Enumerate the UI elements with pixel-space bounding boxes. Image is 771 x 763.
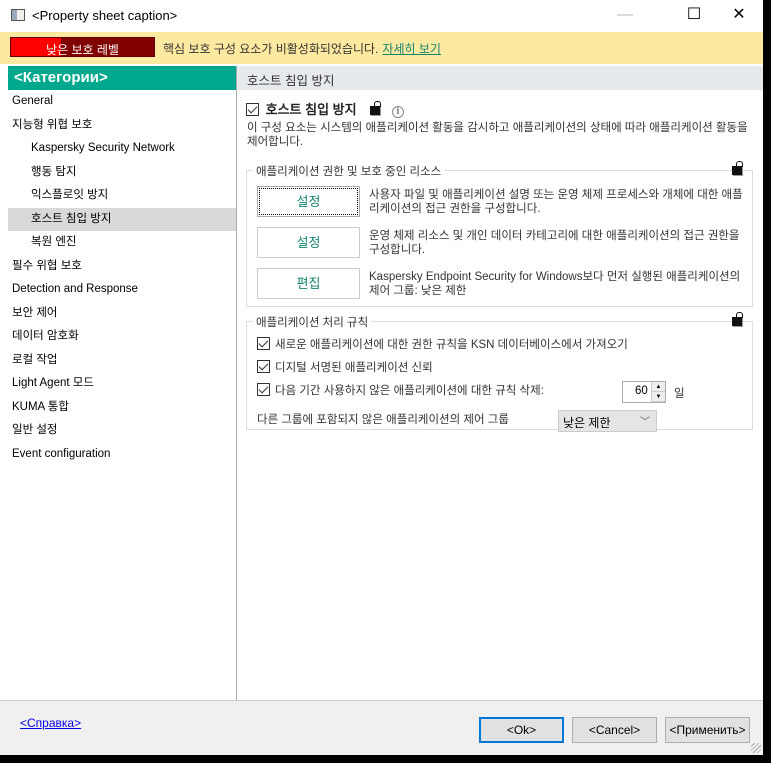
panel-header: 호스트 침입 방지 xyxy=(237,66,763,90)
sidebar-item-kuma-integration[interactable]: KUMA 통합 xyxy=(8,396,236,420)
sidebar-item-general-settings[interactable]: 일반 설정 xyxy=(8,419,236,443)
sidebar-item-detection-response[interactable]: Detection and Response xyxy=(8,278,236,302)
sidebar-item-exploit-prevention[interactable]: 익스플로잇 방지 xyxy=(8,184,236,208)
window-title: <Property sheet caption> xyxy=(32,8,178,23)
property-sheet-window: <Property sheet caption> — ☐ ✕ 낮은 보호 레벨 … xyxy=(0,0,763,755)
close-button[interactable]: ✕ xyxy=(724,4,754,26)
category-list: General 지능형 위협 보호 Kaspersky Security Net… xyxy=(8,90,236,466)
group-title: 애플리케이션 권한 및 보호 중인 리소스 xyxy=(253,163,445,179)
ksn-rules-label: 새로운 애플리케이션에 대한 권한 규칙을 KSN 데이터베이스에서 가져오기 xyxy=(275,339,628,351)
banner-message: 핵심 보호 구성 요소가 비활성화되었습니다. xyxy=(163,42,379,56)
sidebar-item-behavior-detection[interactable]: 행동 탐지 xyxy=(8,161,236,185)
sidebar-item-remediation-engine[interactable]: 복원 엔진 xyxy=(8,231,236,255)
days-unit: 일 xyxy=(674,388,685,400)
app-icon xyxy=(11,9,25,21)
protection-level-label: 낮은 보호 레벨 xyxy=(46,43,119,57)
ok-button[interactable]: <Ok> xyxy=(479,717,564,743)
minimize-button[interactable]: — xyxy=(610,4,640,26)
control-group-label: 다른 그룹에 포함되지 않은 애플리케이션의 제어 그룹 xyxy=(257,414,509,426)
sidebar-item-data-encryption[interactable]: 데이터 암호화 xyxy=(8,325,236,349)
settings-panel: 호스트 침입 방지 호스트 침입 방지 i 이 구성 요소는 시스템의 애플리케… xyxy=(237,66,763,700)
protected-resources-settings-button[interactable]: 설정 xyxy=(257,227,360,258)
trust-signed-checkbox[interactable] xyxy=(257,360,270,373)
cancel-button[interactable]: <Cancel> xyxy=(572,717,657,743)
component-description: 이 구성 요소는 시스템의 애플리케이션 활동을 감시하고 애플리케이션의 상태… xyxy=(247,122,748,148)
control-group-select[interactable]: 낮은 제한 ﹀ xyxy=(558,410,657,432)
sidebar-item-host-intrusion-prevention[interactable]: 호스트 침입 방지 xyxy=(8,207,236,231)
increment-button[interactable]: ▲ xyxy=(652,382,665,392)
control-group-value: 낮은 제한 xyxy=(563,416,611,430)
protected-resources-description: 운영 체제 리소스 및 개인 데이터 카테고리에 대한 애플리케이션의 접근 권… xyxy=(369,230,740,256)
app-rights-description: 사용자 파일 및 애플리케이션 설명 또는 운영 체제 프로세스와 개체에 대한… xyxy=(369,189,743,215)
app-rights-settings-button[interactable]: 설정 xyxy=(257,186,360,217)
ksn-rules-checkbox[interactable] xyxy=(257,337,270,350)
sidebar-item-security-controls[interactable]: 보안 제어 xyxy=(8,302,236,326)
details-link[interactable]: 자세히 보기 xyxy=(382,42,441,56)
sidebar-item-adaptive-threat-protection[interactable]: 지능형 위협 보호 xyxy=(8,114,236,138)
sidebar-item-general[interactable]: General xyxy=(8,90,236,114)
sidebar-item-ksn[interactable]: Kaspersky Security Network xyxy=(8,137,236,161)
trust-group-description: Kaspersky Endpoint Security for Windows보… xyxy=(369,271,741,297)
sidebar-item-local-tasks[interactable]: 로컬 작업 xyxy=(8,349,236,373)
sidebar-item-light-agent-mode[interactable]: Light Agent 모드 xyxy=(8,372,236,396)
maximize-button[interactable]: ☐ xyxy=(679,4,709,26)
dialog-footer: <Справка> <Ok> <Cancel> <Применить> xyxy=(0,700,763,755)
category-sidebar: <Категории> General 지능형 위협 보호 Kaspersky … xyxy=(8,66,237,700)
processing-rules-group: 애플리케이션 처리 규칙 새로운 애플리케이션에 대한 권한 규칙을 KSN 데… xyxy=(246,312,753,432)
info-icon[interactable]: i xyxy=(391,106,404,118)
days-value[interactable]: 60 xyxy=(635,385,648,397)
enable-label: 호스트 침입 방지 xyxy=(265,102,357,117)
trust-signed-label: 디지털 서명된 애플리케이션 신뢰 xyxy=(275,362,433,374)
trust-group-edit-button[interactable]: 편집 xyxy=(257,268,360,299)
resize-grip[interactable] xyxy=(751,743,761,753)
delete-rules-label: 다음 기간 사용하지 않은 애플리케이션에 대한 규칙 삭제: xyxy=(275,385,544,397)
lock-icon[interactable] xyxy=(732,161,743,175)
group-title: 애플리케이션 처리 규칙 xyxy=(253,314,372,330)
delete-rules-checkbox[interactable] xyxy=(257,383,270,396)
protection-banner: 낮은 보호 레벨 핵심 보호 구성 요소가 비활성화되었습니다. 자세히 보기 xyxy=(0,32,763,64)
help-link[interactable]: <Справка> xyxy=(20,716,81,730)
decrement-button[interactable]: ▼ xyxy=(652,392,665,402)
enable-checkbox[interactable] xyxy=(246,103,259,116)
sidebar-item-event-configuration[interactable]: Event configuration xyxy=(8,443,236,467)
lock-icon[interactable] xyxy=(732,312,743,326)
apply-button[interactable]: <Применить> xyxy=(665,717,750,743)
sidebar-item-essential-threat-protection[interactable]: 필수 위협 보호 xyxy=(8,255,236,279)
title-bar: <Property sheet caption> — ☐ ✕ xyxy=(0,0,763,32)
lock-icon[interactable] xyxy=(370,101,382,115)
chevron-down-icon: ﹀ xyxy=(640,417,650,428)
sidebar-header: <Категории> xyxy=(8,66,236,90)
protection-level-bar: 낮은 보호 레벨 xyxy=(10,37,155,57)
days-stepper[interactable]: 60 ▲ ▼ xyxy=(622,381,666,403)
permissions-group: 애플리케이션 권한 및 보호 중인 리소스 설정 사용자 파일 및 애플리케이션… xyxy=(246,161,753,307)
